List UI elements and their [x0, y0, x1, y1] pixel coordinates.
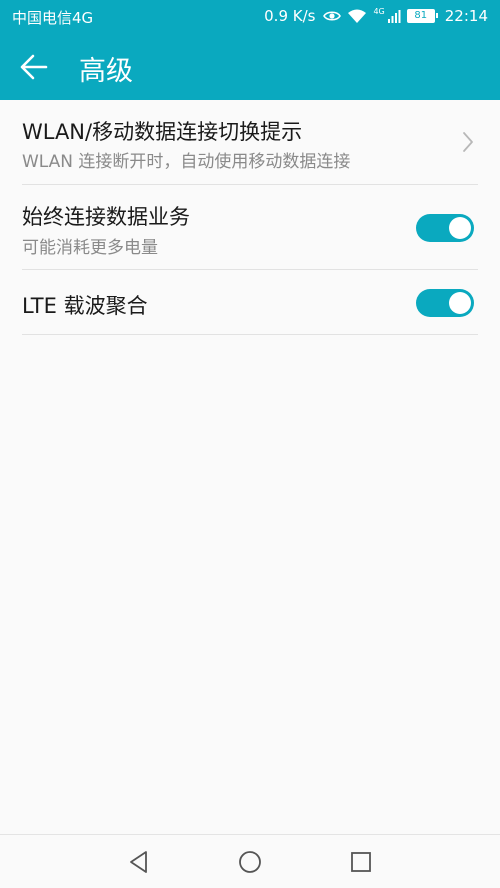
- setting-description: 可能消耗更多电量: [22, 238, 158, 258]
- nav-home-button[interactable]: [236, 848, 264, 876]
- nav-back-icon: [125, 851, 153, 880]
- setting-lte-carrier-aggregation[interactable]: LTE 载波聚合: [22, 270, 478, 335]
- toggle-knob: [449, 217, 471, 239]
- nav-back-button[interactable]: [125, 848, 153, 876]
- app-bar: 高级: [0, 34, 500, 100]
- page-title: 高级: [79, 56, 133, 87]
- setting-label: WLAN/移动数据连接切换提示: [22, 120, 303, 144]
- setting-label: LTE 载波聚合: [22, 294, 148, 318]
- carrier-label: 中国电信4G: [12, 9, 94, 27]
- back-button[interactable]: [18, 50, 58, 84]
- setting-wlan-mobile-switch-prompt[interactable]: WLAN/移动数据连接切换提示 WLAN 连接断开时，自动使用移动数据连接: [22, 100, 478, 185]
- nav-recents-button[interactable]: [347, 848, 375, 876]
- clock: 22:14: [444, 7, 488, 25]
- signal-icon: [387, 9, 401, 24]
- network-type-badge: 4G: [373, 6, 385, 16]
- status-right-group: 0.9 K/s 4G 81 22:14: [264, 6, 488, 26]
- always-on-data-toggle[interactable]: [416, 214, 474, 242]
- battery-icon: 81: [406, 9, 438, 23]
- toggle-knob: [449, 292, 471, 314]
- navigation-bar: [0, 834, 500, 888]
- chevron-right-icon: [462, 131, 474, 153]
- wifi-icon: [347, 9, 367, 24]
- nav-home-icon: [236, 851, 264, 880]
- setting-always-on-data[interactable]: 始终连接数据业务 可能消耗更多电量: [22, 185, 478, 270]
- setting-label: 始终连接数据业务: [22, 205, 190, 229]
- status-bar: 中国电信4G 0.9 K/s 4G 81 22:14: [0, 0, 500, 34]
- arrow-left-icon: [18, 54, 50, 88]
- network-speed: 0.9 K/s: [264, 7, 316, 25]
- settings-list: WLAN/移动数据连接切换提示 WLAN 连接断开时，自动使用移动数据连接 始终…: [0, 100, 500, 335]
- setting-description: WLAN 连接断开时，自动使用移动数据连接: [22, 152, 351, 172]
- nav-recents-icon: [347, 852, 375, 880]
- lte-ca-toggle[interactable]: [416, 289, 474, 317]
- eye-icon: [323, 9, 342, 23]
